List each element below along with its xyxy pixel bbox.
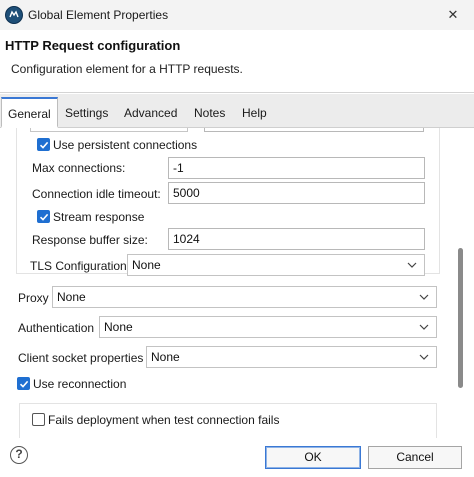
partially-visible-field[interactable] [30,128,188,132]
use-reconnection-label: Use reconnection [33,377,127,391]
help-icon[interactable]: ? [10,446,28,464]
checkmark-icon [39,141,49,149]
partially-visible-input[interactable] [204,128,424,132]
max-connections-label: Max connections: [32,161,126,175]
dialog-header: HTTP Request configuration Configuration… [0,30,474,93]
authentication-value: None [104,320,133,334]
proxy-label: Proxy [18,291,49,305]
tab-general[interactable]: General [1,97,58,128]
tab-bar: General Settings Advanced Notes Help [0,94,474,128]
proxy-value: None [57,290,86,304]
client-socket-properties-select[interactable]: None [146,346,437,368]
chevron-down-icon [419,324,429,330]
connection-idle-timeout-label: Connection idle timeout: [32,187,161,201]
tls-configuration-select[interactable]: None [127,254,425,276]
stream-response-checkbox[interactable] [37,210,50,223]
title-bar: Global Element Properties ✕ [0,0,474,30]
proxy-select[interactable]: None [52,286,437,308]
chevron-down-icon [419,294,429,300]
chevron-down-icon [419,354,429,360]
tab-help[interactable]: Help [236,98,273,128]
checkmark-icon [39,213,49,221]
fails-deployment-checkbox[interactable] [32,413,45,426]
client-socket-properties-value: None [151,350,180,364]
tab-advanced[interactable]: Advanced [118,98,183,128]
tab-settings[interactable]: Settings [59,98,114,128]
page-title: HTTP Request configuration [5,38,181,53]
page-description: Configuration element for a HTTP request… [11,62,243,76]
chevron-down-icon [407,262,417,268]
close-icon[interactable]: ✕ [438,4,468,26]
ok-button[interactable]: OK [265,446,361,469]
client-socket-properties-label: Client socket properties [18,351,144,365]
dialog-footer: ? OK Cancel [0,438,474,477]
scrollbar-thumb[interactable] [458,248,463,388]
fails-deployment-label: Fails deployment when test connection fa… [48,413,280,427]
max-connections-input[interactable]: -1 [168,157,425,179]
checkmark-icon [19,380,29,388]
tab-notes[interactable]: Notes [188,98,231,128]
use-persistent-connections-label: Use persistent connections [53,138,198,152]
general-tab-content: Use persistent connections Max connectio… [0,128,474,438]
window-title: Global Element Properties [28,8,169,22]
connection-idle-timeout-input[interactable]: 5000 [168,182,425,204]
authentication-label: Authentication [18,321,95,335]
mule-app-icon [5,6,23,24]
use-persistent-connections-checkbox[interactable] [37,138,50,151]
cancel-button[interactable]: Cancel [368,446,462,469]
authentication-select[interactable]: None [99,316,437,338]
tls-configuration-label: TLS Configuration [30,259,127,273]
tls-configuration-value: None [132,258,161,272]
use-reconnection-checkbox[interactable] [17,377,30,390]
stream-response-label: Stream response [53,210,145,224]
response-buffer-size-label: Response buffer size: [32,233,148,247]
response-buffer-size-input[interactable]: 1024 [168,228,425,250]
